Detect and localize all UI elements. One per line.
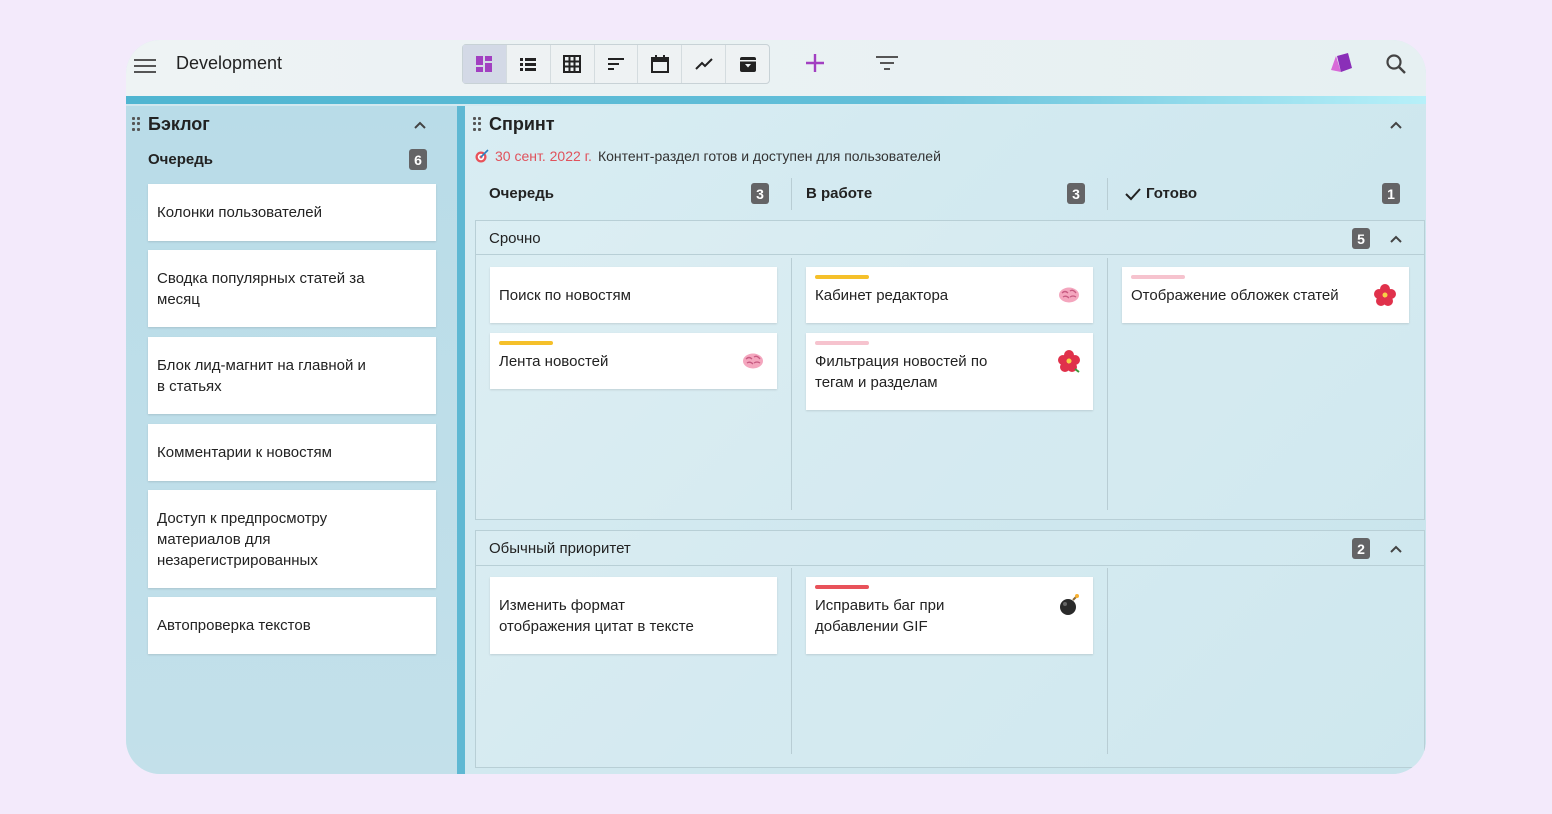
app-title: Development xyxy=(176,53,283,73)
table-view-button[interactable] xyxy=(551,45,595,83)
chart-view-button[interactable] xyxy=(682,45,727,83)
swimlane-count-normal: 2 xyxy=(1352,538,1370,559)
priority-bar xyxy=(1131,275,1185,279)
card-title: Отображение обложек статей xyxy=(1131,286,1339,304)
column-header-in-progress: В работе xyxy=(806,185,873,202)
backlog-queue-count: 6 xyxy=(409,149,427,170)
column-header-done: Готово xyxy=(1146,185,1198,202)
sprint-drag-handle-icon[interactable] xyxy=(473,117,481,131)
backlog-resize-handle[interactable] xyxy=(457,106,465,774)
flower-icon xyxy=(1374,284,1396,306)
column-count-in-progress: 3 xyxy=(1067,183,1085,204)
sprint-card[interactable]: Поиск по новостям xyxy=(490,267,777,323)
swimlane-label-urgent[interactable]: Срочно xyxy=(489,230,541,247)
chevron-up-icon[interactable] xyxy=(412,117,428,133)
sprint-card[interactable]: Исправить баг при добавлении GIF xyxy=(806,577,1093,654)
column-header-queue: Очередь xyxy=(489,185,554,202)
column-divider xyxy=(791,178,792,210)
card-title: Лента новостей xyxy=(499,352,609,370)
bomb-icon xyxy=(1060,594,1079,615)
card-title: Изменить формат отображения цитат в текс… xyxy=(499,596,694,635)
card-title: Сводка популярных статей за месяц xyxy=(157,269,365,308)
swimlane-divider xyxy=(475,254,1425,255)
list-view-icon xyxy=(520,58,537,71)
calendar-view-icon xyxy=(650,55,669,73)
archive-view-icon xyxy=(739,57,756,72)
priority-bar xyxy=(815,585,869,589)
sprint-card[interactable]: Лента новостей xyxy=(490,333,777,389)
board-view-button[interactable] xyxy=(463,45,507,83)
app-window: Development Бэклог Очередь 6 Колонки пол… xyxy=(126,40,1426,774)
chevron-up-icon[interactable] xyxy=(1388,231,1404,247)
view-switcher xyxy=(462,44,770,84)
add-icon[interactable] xyxy=(802,50,828,76)
swimlane-label-normal[interactable]: Обычный приоритет xyxy=(489,540,631,557)
sort-view-button[interactable] xyxy=(595,45,639,83)
brain-icon xyxy=(1059,287,1079,303)
sprint-card[interactable]: Изменить формат отображения цитат в текс… xyxy=(490,577,777,654)
column-count-done: 1 xyxy=(1382,183,1400,204)
card-title: Фильтрация новостей по тегам и разделам xyxy=(815,352,988,391)
priority-bar xyxy=(815,341,869,345)
filter-icon[interactable] xyxy=(874,52,900,74)
milestone-date: 30 сент. 2022 г. xyxy=(495,148,592,164)
column-divider xyxy=(791,258,792,510)
target-icon xyxy=(475,149,489,163)
priority-bar xyxy=(815,275,869,279)
card-title: Исправить баг при добавлении GIF xyxy=(815,596,945,635)
top-bar-divider xyxy=(126,96,1426,104)
brain-icon xyxy=(743,353,763,369)
app-logo-icon xyxy=(1331,53,1352,72)
chart-view-icon xyxy=(695,58,713,70)
card-title: Колонки пользователей xyxy=(157,204,322,221)
flower-icon xyxy=(1058,350,1080,373)
swimlane-divider xyxy=(475,565,1425,566)
table-view-icon xyxy=(563,55,582,73)
backlog-title: Бэклог xyxy=(148,114,210,134)
list-view-button[interactable] xyxy=(507,45,551,83)
card-title: Автопроверка текстов xyxy=(157,617,311,634)
backlog-card[interactable]: Блок лид-магнит на главной и в статьях xyxy=(148,337,436,414)
sprint-title: Спринт xyxy=(489,114,555,134)
card-title: Поиск по новостям xyxy=(499,286,631,304)
sort-view-icon xyxy=(608,58,624,70)
calendar-view-button[interactable] xyxy=(638,45,683,83)
card-title: Комментарии к новостям xyxy=(157,444,332,461)
swimlane-count-urgent: 5 xyxy=(1352,228,1370,249)
milestone-text: Контент-раздел готов и доступен для поль… xyxy=(597,148,941,164)
chevron-up-icon[interactable] xyxy=(1388,117,1404,133)
backlog-card[interactable]: Колонки пользователей xyxy=(148,184,436,241)
sprint-card[interactable]: Фильтрация новостей по тегам и разделам xyxy=(806,333,1093,410)
backlog-drag-handle-icon[interactable] xyxy=(132,117,140,131)
sprint-card[interactable]: Отображение обложек статей xyxy=(1122,267,1409,323)
column-divider xyxy=(791,568,792,754)
chevron-up-icon[interactable] xyxy=(1388,541,1404,557)
sprint-card[interactable]: Кабинет редактора xyxy=(806,267,1093,323)
backlog-card[interactable]: Комментарии к новостям xyxy=(148,424,436,481)
backlog-card[interactable]: Автопроверка текстов xyxy=(148,597,436,654)
priority-bar xyxy=(499,341,553,345)
column-count-queue: 3 xyxy=(751,183,769,204)
board-view-icon xyxy=(476,56,493,72)
backlog-queue-label: Очередь xyxy=(148,151,213,168)
search-icon[interactable] xyxy=(1384,52,1408,76)
column-divider xyxy=(1107,568,1108,754)
column-divider xyxy=(1107,258,1108,510)
card-title: Кабинет редактора xyxy=(815,286,949,304)
column-divider xyxy=(1107,178,1108,210)
sprint-milestone: 30 сент. 2022 г. Контент-раздел готов и … xyxy=(474,148,941,164)
backlog-card[interactable]: Сводка популярных статей за месяц xyxy=(148,250,436,327)
top-bar: Development xyxy=(126,40,1426,96)
archive-view-button[interactable] xyxy=(726,45,769,83)
backlog-card[interactable]: Доступ к предпросмотру материалов для не… xyxy=(148,490,436,588)
card-title: Блок лид-магнит на главной и в статьях xyxy=(157,356,366,395)
menu-icon[interactable] xyxy=(134,56,156,74)
checkmark-icon xyxy=(1125,188,1141,201)
card-title: Доступ к предпросмотру материалов для не… xyxy=(157,509,328,569)
